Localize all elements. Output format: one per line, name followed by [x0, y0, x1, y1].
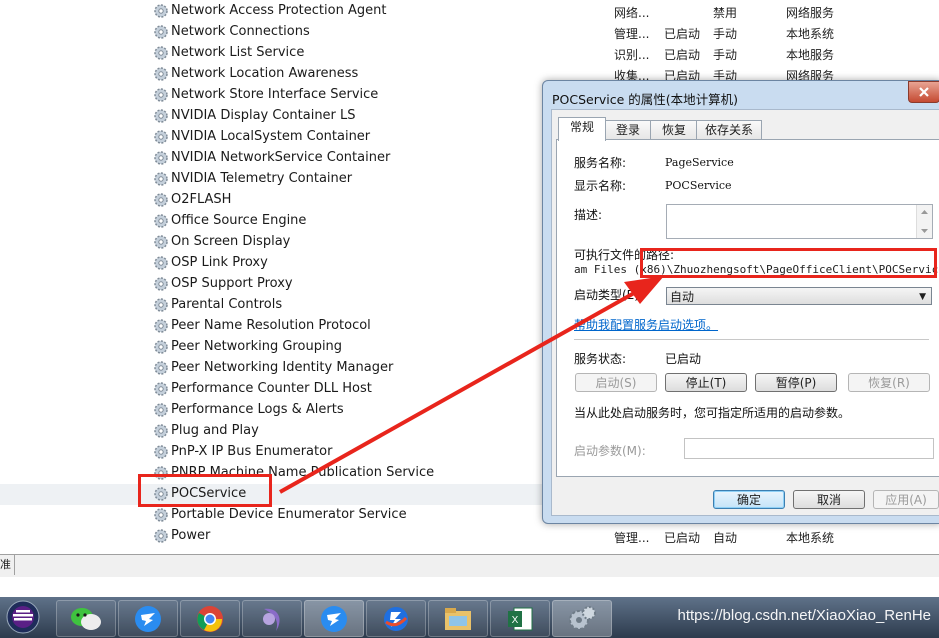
tab-general[interactable]: 常规 [558, 117, 606, 141]
annotation-arrow [279, 276, 664, 494]
